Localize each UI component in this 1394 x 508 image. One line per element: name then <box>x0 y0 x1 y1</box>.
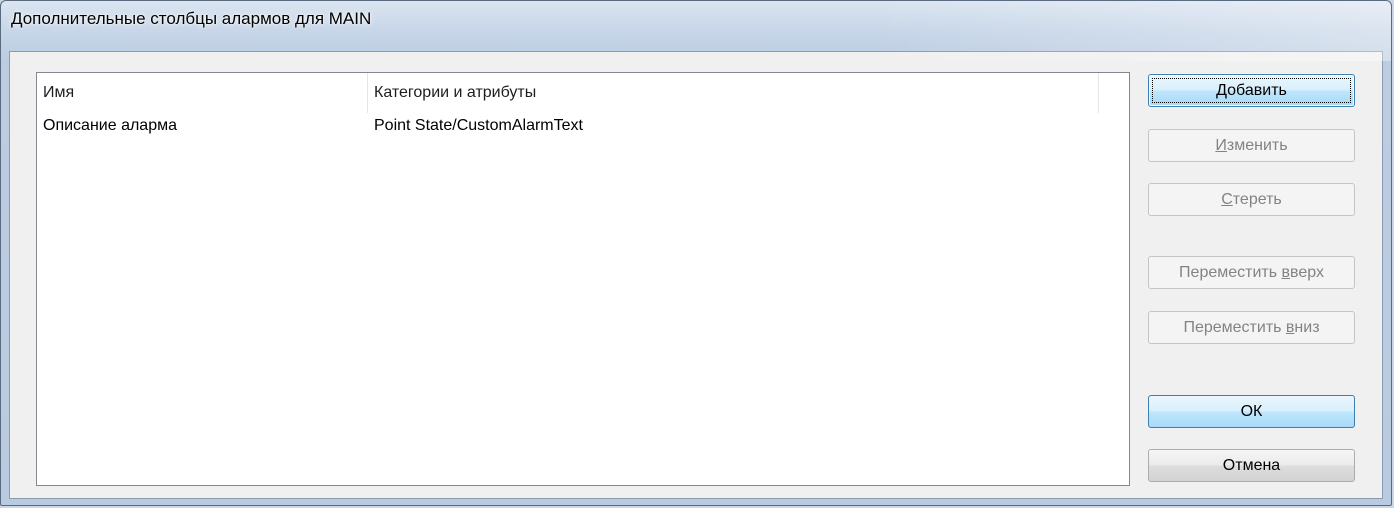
column-header-filler <box>1099 73 1129 113</box>
add-mnemonic: Д <box>1216 82 1228 99</box>
edit-label: зменить <box>1226 137 1288 154</box>
move-down-button[interactable]: Переместить вниз <box>1148 311 1355 344</box>
move-up-suffix: верх <box>1290 264 1324 281</box>
list-header: Имя Категории и атрибуты <box>37 73 1129 113</box>
add-button[interactable]: Добавить <box>1148 74 1355 107</box>
move-down-prefix: Переместить <box>1183 319 1286 336</box>
delete-label: тереть <box>1232 191 1282 208</box>
move-up-prefix: Переместить <box>1179 264 1282 281</box>
dialog-client-area: Имя Категории и атрибуты Описание аларма… <box>9 51 1383 499</box>
list-body: Описание аларма Point State/CustomAlarmT… <box>37 113 1129 139</box>
edit-button[interactable]: Изменить <box>1148 129 1355 162</box>
dialog-window: Дополнительные столбцы алармов для MAIN … <box>0 0 1392 506</box>
delete-mnemonic: С <box>1221 191 1233 208</box>
delete-button[interactable]: Стереть <box>1148 183 1355 216</box>
edit-mnemonic: И <box>1215 137 1227 154</box>
alarm-columns-list[interactable]: Имя Категории и атрибуты Описание аларма… <box>36 72 1130 486</box>
cell-category: Point State/CustomAlarmText <box>374 117 583 134</box>
title-bar[interactable]: Дополнительные столбцы алармов для MAIN <box>1 1 1391 43</box>
add-label: обавить <box>1227 82 1287 99</box>
move-down-suffix: низ <box>1294 319 1320 336</box>
column-header-categories[interactable]: Категории и атрибуты <box>368 73 1099 113</box>
cell-name: Описание аларма <box>43 117 177 134</box>
move-up-button[interactable]: Переместить вверх <box>1148 256 1355 289</box>
column-header-name[interactable]: Имя <box>37 73 368 113</box>
table-row[interactable]: Описание аларма Point State/CustomAlarmT… <box>37 113 1129 139</box>
ok-button[interactable]: ОК <box>1148 395 1355 428</box>
move-up-mnemonic: в <box>1281 264 1291 281</box>
cancel-button[interactable]: Отмена <box>1148 449 1355 482</box>
window-title: Дополнительные столбцы алармов для MAIN <box>11 9 372 28</box>
